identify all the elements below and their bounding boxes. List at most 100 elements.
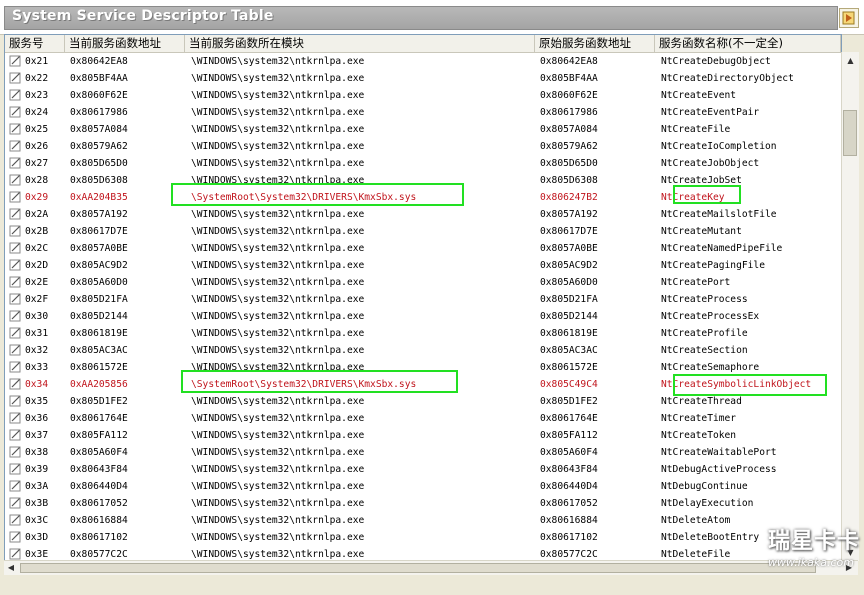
function-name-cell: NtCreateIoCompletion <box>661 141 777 152</box>
table-row[interactable]: 0x24 0x80617986 \WINDOWS\system32\ntkrnlpa… <box>5 104 841 121</box>
table-row[interactable]: 0x38 0x805A60F4 \WINDOWS\system32\ntkrnlpa… <box>5 444 841 461</box>
table-row[interactable]: 0x32 0x805AC3AC \WINDOWS\system32\ntkrnlpa… <box>5 342 841 359</box>
table-row[interactable]: 0x2B 0x80617D7E \WINDOWS\system32\ntkrnlpa… <box>5 223 841 240</box>
service-number-cell: 0x2F <box>25 294 49 305</box>
current-address-cell: 0x805D2144 <box>70 311 128 322</box>
function-name-cell: NtCreateWaitablePort <box>661 447 777 458</box>
original-address-cell: 0x8061572E <box>540 362 598 373</box>
ssdt-table: 服务号 当前服务函数地址 当前服务函数所在模块 原始服务函数地址 服务函数名称(… <box>4 34 842 562</box>
table-row[interactable]: 0x36 0x8061764E \WINDOWS\system32\ntkrnlpa… <box>5 410 841 427</box>
table-row[interactable]: 0x22 0x805BF4AA \WINDOWS\system32\ntkrnlpa… <box>5 70 841 87</box>
current-address-cell: 0x805FA112 <box>70 430 128 441</box>
original-address-cell: 0x80642EA8 <box>540 56 598 67</box>
original-address-cell: 0x805D65D0 <box>540 158 598 169</box>
service-entry-icon <box>9 429 21 441</box>
service-number-cell: 0x27 <box>25 158 49 169</box>
scroll-left-icon[interactable]: ◀ <box>4 561 18 575</box>
service-number-cell: 0x2D <box>25 260 49 271</box>
function-name-cell: NtCreateToken <box>661 430 737 441</box>
service-entry-icon <box>9 208 21 220</box>
vertical-scrollbar[interactable]: ▲ ▼ <box>841 52 859 561</box>
table-row[interactable]: 0x21 0x80642EA8 \WINDOWS\system32\ntkrnlpa… <box>5 53 841 70</box>
original-address-cell: 0x805FA112 <box>540 430 598 441</box>
table-row[interactable]: 0x23 0x8060F62E \WINDOWS\system32\ntkrnlpa… <box>5 87 841 104</box>
table-row[interactable]: 0x3D 0x80617102 \WINDOWS\system32\ntkrnlpa… <box>5 529 841 546</box>
current-address-cell: 0x80617986 <box>70 107 128 118</box>
service-entry-icon <box>9 293 21 305</box>
table-row[interactable]: 0x35 0x805D1FE2 \WINDOWS\system32\ntkrnlpa… <box>5 393 841 410</box>
service-number-cell: 0x30 <box>25 311 49 322</box>
table-row[interactable]: 0x2D 0x805AC9D2 \WINDOWS\system32\ntkrnlpa… <box>5 257 841 274</box>
current-module-cell: \WINDOWS\system32\ntkrnlpa.exe <box>191 158 365 169</box>
table-row[interactable]: 0x30 0x805D2144 \WINDOWS\system32\ntkrnlpa… <box>5 308 841 325</box>
current-module-cell: \WINDOWS\system32\ntkrnlpa.exe <box>191 345 365 356</box>
highlight-box-module <box>181 370 458 393</box>
table-row[interactable]: 0x3A 0x806440D4 \WINDOWS\system32\ntkrnlpa… <box>5 478 841 495</box>
current-module-cell: \WINDOWS\system32\ntkrnlpa.exe <box>191 107 365 118</box>
help-book-icon[interactable] <box>839 8 859 28</box>
current-module-cell: \WINDOWS\system32\ntkrnlpa.exe <box>191 209 365 220</box>
table-row[interactable]: 0x2E 0x805A60D0 \WINDOWS\system32\ntkrnlpa… <box>5 274 841 291</box>
function-name-cell: NtCreateProcessEx <box>661 311 760 322</box>
table-row[interactable]: 0x37 0x805FA112 \WINDOWS\system32\ntkrnlpa… <box>5 427 841 444</box>
function-name-cell: NtCreateEvent <box>661 90 737 101</box>
original-address-cell: 0x805A60D0 <box>540 277 598 288</box>
scroll-up-icon[interactable]: ▲ <box>842 52 859 69</box>
service-number-cell: 0x23 <box>25 90 49 101</box>
current-address-cell: 0x805D1FE2 <box>70 396 128 407</box>
original-address-cell: 0x8057A084 <box>540 124 598 135</box>
current-module-cell: \WINDOWS\system32\ntkrnlpa.exe <box>191 277 365 288</box>
original-address-cell: 0x80616884 <box>540 515 598 526</box>
table-row[interactable]: 0x31 0x8061819E \WINDOWS\system32\ntkrnlpa… <box>5 325 841 342</box>
function-name-cell: NtCreateDebugObject <box>661 56 771 67</box>
service-entry-icon <box>9 89 21 101</box>
table-row[interactable]: 0x27 0x805D65D0 \WINDOWS\system32\ntkrnlpa… <box>5 155 841 172</box>
original-address-cell: 0x805AC9D2 <box>540 260 598 271</box>
watermark-url: www.ikaka.com <box>767 556 854 569</box>
column-header-service-number[interactable]: 服务号 <box>5 35 65 52</box>
current-module-cell: \WINDOWS\system32\ntkrnlpa.exe <box>191 311 365 322</box>
table-row[interactable]: 0x2C 0x8057A0BE \WINDOWS\system32\ntkrnlpa… <box>5 240 841 257</box>
service-entry-icon <box>9 55 21 67</box>
service-entry-icon <box>9 463 21 475</box>
service-number-cell: 0x2A <box>25 209 49 220</box>
table-row[interactable]: 0x39 0x80643F84 \WINDOWS\system32\ntkrnlpa… <box>5 461 841 478</box>
vertical-scroll-thumb[interactable] <box>843 110 857 156</box>
current-address-cell: 0x80617102 <box>70 532 128 543</box>
service-entry-icon <box>9 548 21 560</box>
current-module-cell: \WINDOWS\system32\ntkrnlpa.exe <box>191 430 365 441</box>
current-address-cell: 0x805D6308 <box>70 175 128 186</box>
current-address-cell: 0xAA204B35 <box>70 192 128 203</box>
current-module-cell: \WINDOWS\system32\ntkrnlpa.exe <box>191 226 365 237</box>
table-row[interactable]: 0x2F 0x805D21FA \WINDOWS\system32\ntkrnlpa… <box>5 291 841 308</box>
column-header-original-address[interactable]: 原始服务函数地址 <box>535 35 655 52</box>
service-number-cell: 0x32 <box>25 345 49 356</box>
horizontal-scroll-thumb[interactable] <box>20 563 816 573</box>
original-address-cell: 0x80617052 <box>540 498 598 509</box>
service-number-cell: 0x36 <box>25 413 49 424</box>
service-entry-icon <box>9 123 21 135</box>
original-address-cell: 0x8057A192 <box>540 209 598 220</box>
service-entry-icon <box>9 157 21 169</box>
service-entry-icon <box>9 276 21 288</box>
table-row[interactable]: 0x2A 0x8057A192 \WINDOWS\system32\ntkrnlpa… <box>5 206 841 223</box>
function-name-cell: NtCreateProfile <box>661 328 748 339</box>
current-address-cell: 0x80642EA8 <box>70 56 128 67</box>
table-row[interactable]: 0x3C 0x80616884 \WINDOWS\system32\ntkrnlpa… <box>5 512 841 529</box>
original-address-cell: 0x80617D7E <box>540 226 598 237</box>
column-header-function-name[interactable]: 服务函数名称(不一定全) <box>655 35 841 52</box>
column-header-current-module[interactable]: 当前服务函数所在模块 <box>185 35 535 52</box>
service-number-cell: 0x21 <box>25 56 49 67</box>
function-name-cell: NtCreateSection <box>661 345 748 356</box>
table-row[interactable]: 0x26 0x80579A62 \WINDOWS\system32\ntkrnlpa… <box>5 138 841 155</box>
column-header-current-address[interactable]: 当前服务函数地址 <box>65 35 185 52</box>
service-entry-icon <box>9 531 21 543</box>
table-row[interactable]: 0x3B 0x80617052 \WINDOWS\system32\ntkrnlpa… <box>5 495 841 512</box>
service-number-cell: 0x2E <box>25 277 49 288</box>
service-number-cell: 0x2C <box>25 243 49 254</box>
function-name-cell: NtCreateNamedPipeFile <box>661 243 783 254</box>
table-row[interactable]: 0x25 0x8057A084 \WINDOWS\system32\ntkrnlpa… <box>5 121 841 138</box>
current-address-cell: 0x8057A084 <box>70 124 128 135</box>
service-entry-icon <box>9 378 21 390</box>
original-address-cell: 0x805D21FA <box>540 294 598 305</box>
